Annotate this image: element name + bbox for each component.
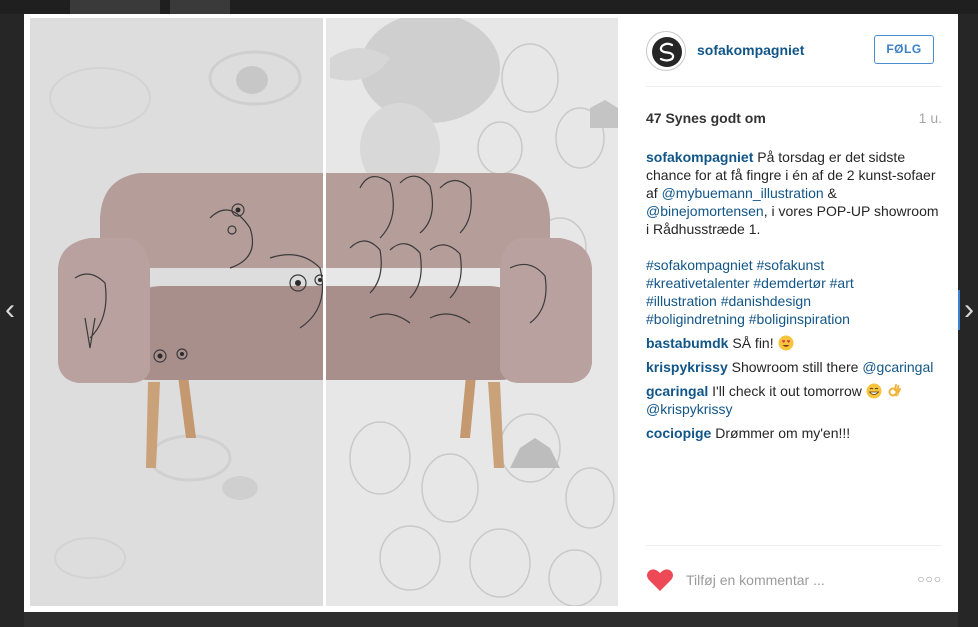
caption-mention[interactable]: @mybuemann_illustration	[662, 185, 824, 201]
chevron-right-icon: ›	[964, 293, 974, 326]
comment-username[interactable]: bastabumdk	[646, 335, 728, 351]
comment-username[interactable]: krispykrissy	[646, 359, 728, 375]
follow-button[interactable]: FØLG	[874, 35, 934, 64]
sofa-photo	[30, 18, 618, 606]
header-divider	[646, 86, 942, 87]
post-sidebar: sofakompagniet FØLG 47 Synes godt om 1 u…	[630, 14, 958, 612]
likes-row: 47 Synes godt om 1 u.	[646, 110, 942, 128]
likes-count[interactable]: 47 Synes godt om	[646, 110, 766, 126]
post-time[interactable]: 1 u.	[919, 110, 942, 126]
more-options-icon[interactable]: ○○○	[916, 572, 942, 586]
footer-divider	[646, 545, 942, 546]
caption-hashtags[interactable]: #sofakompagniet #sofakunst	[646, 256, 944, 274]
comment-username[interactable]: cociopige	[646, 425, 711, 441]
heart-eyes-emoji-icon	[778, 335, 793, 351]
caption-hashtags[interactable]: #illustration #danishdesign	[646, 292, 944, 310]
like-heart-icon[interactable]	[646, 568, 674, 592]
chevron-left-icon: ‹	[5, 293, 15, 326]
backdrop-thumbnail	[170, 0, 230, 14]
backdrop-thumbnail	[70, 0, 160, 14]
backdrop-top	[0, 0, 978, 14]
caption-mention[interactable]: @binejomortensen	[646, 203, 764, 219]
caption-username[interactable]: sofakompagniet	[646, 149, 753, 165]
comment-mention[interactable]: @krispykrissy	[646, 401, 733, 417]
comment-item: krispykrissy Showroom still there @gcari…	[646, 358, 944, 376]
comment-item: gcaringal I'll check it out tomorrow @kr…	[646, 382, 944, 418]
post-header: sofakompagniet FØLG	[646, 31, 942, 71]
post-photo[interactable]	[30, 18, 618, 606]
caption-hashtags[interactable]: #kreativetalenter #demdertør #art	[646, 274, 944, 292]
grin-emoji-icon	[866, 383, 882, 399]
post-modal: sofakompagniet FØLG 47 Synes godt om 1 u…	[24, 14, 958, 612]
avatar[interactable]	[646, 31, 686, 71]
comment-username[interactable]: gcaringal	[646, 383, 708, 399]
comment-text: I'll check it out tomorrow	[712, 383, 862, 399]
caption-hashtags[interactable]: #boligindretning #boliginspiration	[646, 310, 944, 328]
comments-list: sofakompagniet På torsdag er det sidste …	[646, 148, 944, 448]
comment-item: cociopige Drømmer om my'en!!!	[646, 424, 944, 442]
comment-text: SÅ fin!	[732, 335, 774, 351]
comment-text: Drømmer om my'en!!!	[715, 425, 851, 441]
sofakompagniet-logo-icon	[652, 37, 682, 67]
ok-hand-emoji-icon	[888, 384, 901, 397]
caption: sofakompagniet På torsdag er det sidste …	[646, 148, 944, 328]
previous-post-arrow[interactable]: ‹	[0, 290, 20, 330]
add-comment-input[interactable]	[686, 570, 886, 590]
comment-item: bastabumdk SÅ fin!	[646, 334, 944, 352]
post-username[interactable]: sofakompagniet	[697, 42, 804, 58]
comment-text: Showroom still there	[731, 359, 859, 375]
next-post-arrow[interactable]: ›	[958, 290, 978, 330]
comment-footer: ○○○	[646, 562, 942, 598]
caption-gap	[646, 238, 944, 256]
caption-text: &	[827, 185, 837, 201]
comment-mention[interactable]: @gcaringal	[862, 359, 933, 375]
